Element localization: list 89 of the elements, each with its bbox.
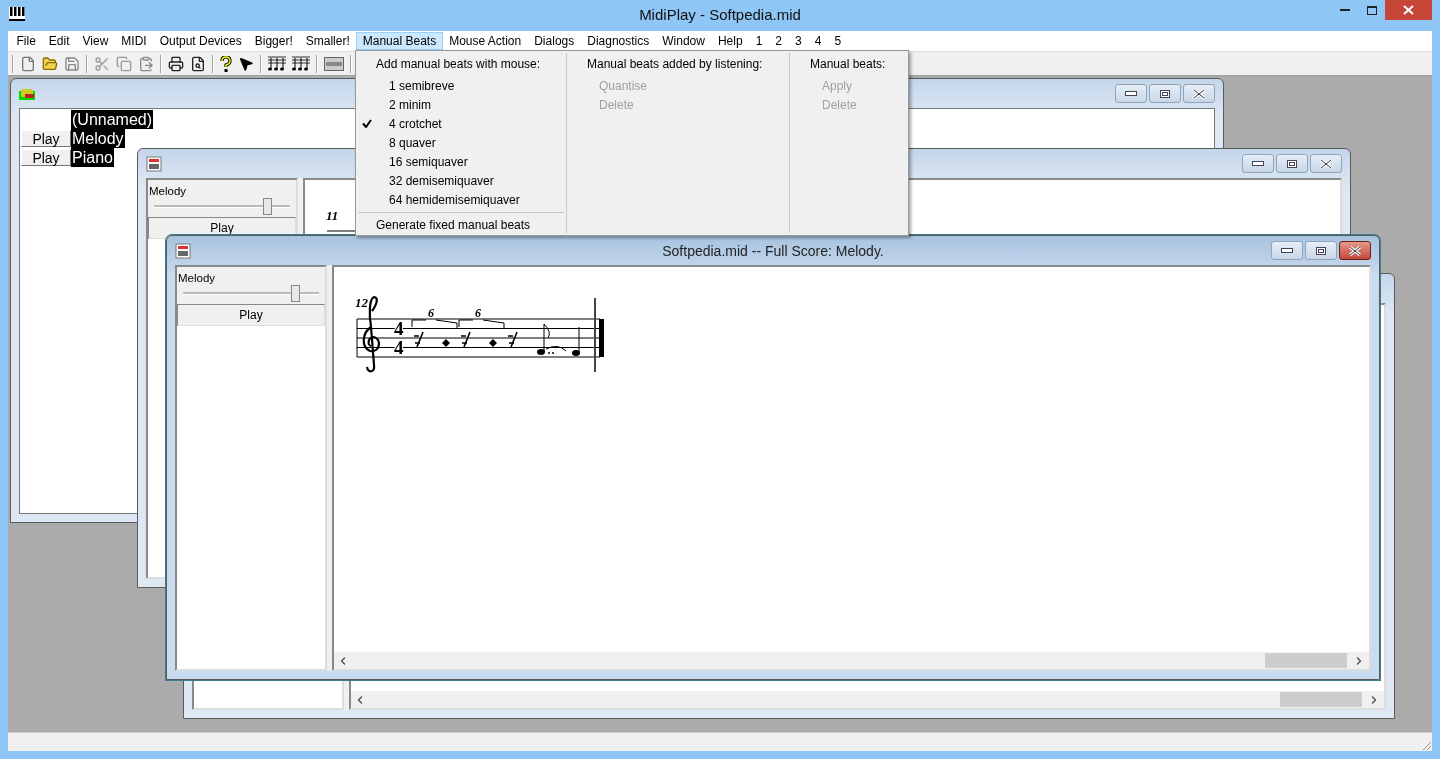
- menu-heading: Add manual beats with mouse:: [375, 57, 542, 73]
- menu-item[interactable]: 2: [768, 32, 789, 50]
- window-title: Softpedia.mid -- Full Score: Melody.: [662, 243, 884, 259]
- track-name[interactable]: Melody: [71, 129, 125, 148]
- menu-item[interactable]: View: [76, 32, 115, 50]
- play-button[interactable]: Play: [177, 304, 325, 326]
- minimize-icon: [1252, 161, 1264, 166]
- measure-number: 12: [355, 295, 368, 310]
- menu-item[interactable]: 5: [827, 32, 848, 50]
- menu-item[interactable]: Dialogs: [527, 32, 581, 50]
- menu-option[interactable]: Generate fixed manual beats: [356, 218, 566, 232]
- menu-item[interactable]: MIDI: [114, 32, 154, 50]
- track-label: Melody: [148, 184, 188, 197]
- scroll-thumb[interactable]: [1280, 692, 1362, 707]
- track-name[interactable]: (Unnamed): [71, 110, 154, 129]
- menu-option[interactable]: 16 semiquaver: [356, 152, 566, 171]
- close-icon: [1349, 245, 1361, 256]
- menu-item[interactable]: Manual Beats: [356, 32, 443, 50]
- menu-option[interactable]: 2 minim: [356, 95, 566, 114]
- pointer-icon[interactable]: [238, 55, 254, 72]
- tuplet-number: 6: [475, 306, 481, 320]
- open-folder-icon[interactable]: [42, 55, 58, 72]
- menu-item[interactable]: 4: [808, 32, 828, 50]
- volume-slider[interactable]: [154, 197, 290, 215]
- maximize-button[interactable]: [1149, 84, 1181, 103]
- menu-item[interactable]: Bigger!: [248, 32, 300, 50]
- maximize-button[interactable]: [1305, 241, 1337, 260]
- close-button[interactable]: [1183, 84, 1215, 103]
- horizontal-scrollbar[interactable]: [351, 691, 1384, 708]
- slider-thumb[interactable]: [290, 285, 300, 302]
- minimize-icon: [1125, 91, 1137, 96]
- minimize-icon: [1339, 9, 1350, 11]
- horizontal-scrollbar[interactable]: [334, 652, 1369, 669]
- menu-item[interactable]: Help: [711, 32, 750, 50]
- menu-item[interactable]: Window: [655, 32, 712, 50]
- menu-heading: Manual beats:: [809, 57, 887, 73]
- menu-item[interactable]: 1: [749, 32, 769, 50]
- menu-item[interactable]: 3: [788, 32, 809, 50]
- help-icon[interactable]: [220, 55, 232, 72]
- close-icon: [1193, 88, 1205, 99]
- close-button[interactable]: [1385, 0, 1432, 20]
- measure-number: 11: [326, 208, 339, 223]
- menu-option[interactable]: 64 hemidemisemiquaver: [356, 190, 566, 209]
- maximize-icon: [1366, 5, 1377, 15]
- resize-grip-icon[interactable]: [1420, 739, 1432, 751]
- close-button[interactable]: [1310, 154, 1342, 173]
- maximize-button[interactable]: [1276, 154, 1308, 173]
- piano-icon: [9, 7, 25, 21]
- menu-option[interactable]: 1 semibreve: [356, 76, 566, 95]
- play-button[interactable]: Play: [21, 149, 71, 166]
- track-label: Melody: [177, 271, 217, 284]
- menu-item[interactable]: Smaller!: [299, 32, 357, 50]
- app-title: MidiPlay - Softpedia.mid: [639, 6, 801, 23]
- menu-item[interactable]: Edit: [42, 32, 77, 50]
- minimize-button[interactable]: [1115, 84, 1147, 103]
- slider-thumb[interactable]: [262, 198, 272, 215]
- menu-option[interactable]: 4 crotchet: [356, 114, 566, 133]
- minimize-button[interactable]: [1271, 241, 1303, 260]
- close-button[interactable]: [1339, 241, 1371, 260]
- maximize-icon: [1287, 159, 1297, 168]
- close-icon: [1403, 5, 1414, 15]
- printer-icon[interactable]: [168, 55, 184, 72]
- menu-item[interactable]: Mouse Action: [442, 32, 528, 50]
- midi-file-icon: [146, 155, 162, 172]
- menu-item[interactable]: File: [10, 32, 43, 50]
- play-button[interactable]: Play: [21, 130, 71, 147]
- tuplet-number: 6: [428, 306, 434, 320]
- new-file-icon[interactable]: [20, 55, 36, 72]
- notes-icon[interactable]: [292, 55, 310, 72]
- midi-file-icon: [175, 242, 191, 259]
- save-icon[interactable]: [64, 55, 80, 72]
- menu-item[interactable]: Output Devices: [153, 32, 249, 50]
- menu-option[interactable]: 8 quaver: [356, 133, 566, 152]
- menu-option[interactable]: 32 demisemiquaver: [356, 171, 566, 190]
- notes-icon[interactable]: [268, 55, 286, 72]
- minimize-icon: [1281, 248, 1293, 253]
- minimize-button[interactable]: [1242, 154, 1274, 173]
- folder-icon: [19, 87, 35, 100]
- track-name[interactable]: Piano: [71, 148, 114, 167]
- menu-item[interactable]: Diagnostics: [580, 32, 656, 50]
- scroll-thumb[interactable]: [1265, 653, 1347, 668]
- close-icon: [1320, 158, 1332, 169]
- panel-icon[interactable]: [324, 55, 344, 72]
- maximize-icon: [1160, 89, 1170, 98]
- paste-icon[interactable]: [138, 55, 154, 72]
- maximize-icon: [1316, 246, 1326, 255]
- menu-heading: Manual beats added by listening:: [586, 57, 764, 73]
- print-preview-icon[interactable]: [190, 55, 206, 72]
- volume-slider[interactable]: [183, 284, 319, 302]
